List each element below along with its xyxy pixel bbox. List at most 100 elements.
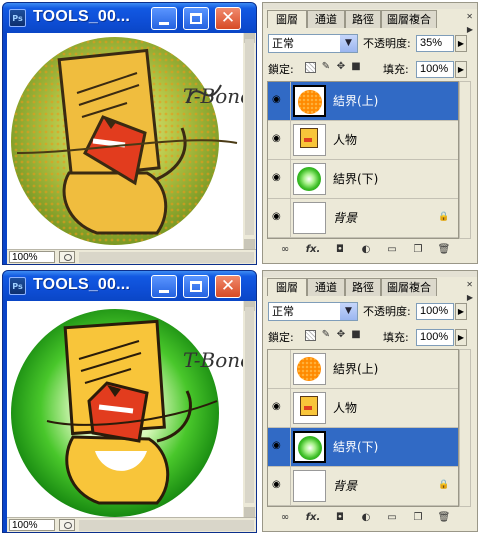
layer-thumbnail: [293, 392, 326, 424]
visibility-toggle[interactable]: ◉: [268, 389, 291, 427]
layer-row[interactable]: ◉ 人物: [268, 121, 458, 160]
visibility-toggle[interactable]: ◉: [268, 82, 291, 120]
new-group-icon[interactable]: ▭: [385, 511, 399, 525]
title-bar[interactable]: Ps TOOLS_00... ✕: [3, 3, 256, 33]
lock-move-icon[interactable]: ✥: [335, 329, 347, 341]
layer-row[interactable]: ◉ 背景 🔒: [268, 467, 458, 506]
chevron-down-icon[interactable]: ▼: [340, 303, 357, 320]
layer-row[interactable]: ◉ 結界(上): [268, 82, 458, 121]
trash-icon[interactable]: 🗑: [437, 511, 451, 525]
visibility-toggle[interactable]: ◉: [268, 199, 291, 237]
layers-scrollbar[interactable]: [459, 81, 471, 239]
fill-arrow-icon[interactable]: ▶: [455, 329, 467, 346]
blend-mode-select[interactable]: 正常 ▼: [268, 34, 358, 53]
layer-style-fx-icon[interactable]: fx.: [305, 243, 321, 257]
new-group-icon[interactable]: ▭: [385, 243, 399, 257]
horizontal-scrollbar[interactable]: [79, 252, 254, 263]
photoshop-doc-icon[interactable]: Ps: [9, 277, 26, 295]
lock-move-icon[interactable]: ✥: [335, 61, 347, 73]
new-layer-icon[interactable]: ❐: [411, 511, 425, 525]
layer-row[interactable]: ◉ 結界(下): [268, 428, 458, 467]
lock-transparent-icon[interactable]: [305, 330, 316, 341]
visibility-toggle[interactable]: ◉: [268, 121, 291, 159]
visibility-toggle[interactable]: ◉: [268, 467, 291, 505]
adjustment-layer-icon[interactable]: ◐: [359, 243, 373, 257]
lock-transparent-icon[interactable]: [305, 62, 316, 73]
lock-paint-icon[interactable]: ✎: [320, 329, 332, 341]
link-layers-icon[interactable]: ∞: [277, 243, 293, 257]
vertical-scrollbar[interactable]: [243, 301, 256, 517]
opacity-field[interactable]: 35%: [416, 35, 454, 52]
lock-paint-icon[interactable]: ✎: [320, 61, 332, 73]
layer-row[interactable]: ◉ 人物: [268, 389, 458, 428]
maximize-button[interactable]: [183, 275, 209, 298]
scroll-track[interactable]: [245, 39, 254, 235]
layer-name: 背景: [333, 211, 358, 225]
layer-name: 人物: [333, 401, 358, 415]
minimize-button[interactable]: [151, 7, 177, 30]
navigator-button[interactable]: [59, 251, 75, 263]
link-layers-icon[interactable]: ∞: [277, 511, 293, 525]
new-layer-icon[interactable]: ❐: [411, 243, 425, 257]
panel-menu-icon[interactable]: ▶: [467, 25, 473, 34]
image-canvas[interactable]: T-Bone: [7, 33, 243, 249]
zoom-field[interactable]: 100%: [9, 251, 55, 263]
blend-mode-select[interactable]: 正常 ▼: [268, 302, 358, 321]
lock-all-icon[interactable]: ■: [350, 61, 362, 73]
visibility-toggle[interactable]: [268, 350, 291, 388]
layer-mask-icon[interactable]: ◘: [333, 243, 347, 257]
tab-channels[interactable]: 通道: [307, 278, 345, 296]
opacity-arrow-icon[interactable]: ▶: [455, 35, 467, 52]
layer-thumbnail: [293, 470, 326, 502]
fill-field[interactable]: 100%: [416, 61, 454, 78]
image-canvas[interactable]: T-Bone: [7, 301, 243, 517]
visibility-toggle[interactable]: ◉: [268, 428, 291, 466]
maximize-button[interactable]: [183, 7, 209, 30]
visibility-toggle[interactable]: ◉: [268, 160, 291, 198]
layer-row[interactable]: ◉ 背景 🔒: [268, 199, 458, 238]
signature: T-Bone: [183, 84, 243, 108]
panel-grip[interactable]: [263, 271, 477, 277]
fill-label: 填充:: [383, 63, 409, 76]
tab-paths[interactable]: 路徑: [345, 278, 381, 296]
fill-field[interactable]: 100%: [416, 329, 454, 346]
panel-bottom-bar: ∞ fx. ◘ ◐ ▭ ❐ 🗑: [267, 243, 471, 259]
fill-label: 填充:: [383, 331, 409, 344]
tab-channels[interactable]: 通道: [307, 10, 345, 28]
panel-grip[interactable]: [263, 3, 477, 9]
lock-all-icon[interactable]: ■: [350, 329, 362, 341]
chevron-down-icon[interactable]: ▼: [340, 35, 357, 52]
layer-mask-icon[interactable]: ◘: [333, 511, 347, 525]
tab-layer-comps[interactable]: 圖層複合: [381, 278, 437, 296]
tab-paths[interactable]: 路徑: [345, 10, 381, 28]
fill-arrow-icon[interactable]: ▶: [455, 61, 467, 78]
tab-layers[interactable]: 圖層: [267, 278, 307, 296]
close-button[interactable]: ✕: [215, 275, 241, 298]
adjustment-layer-icon[interactable]: ◐: [359, 511, 373, 525]
trash-icon[interactable]: 🗑: [437, 243, 451, 257]
vertical-scrollbar[interactable]: [243, 33, 256, 249]
panel-close-icon[interactable]: ✕: [466, 280, 473, 290]
scroll-track[interactable]: [245, 307, 254, 503]
scroll-down-arrow[interactable]: [244, 507, 255, 517]
navigator-button[interactable]: [59, 519, 75, 531]
zoom-field[interactable]: 100%: [9, 519, 55, 531]
scroll-down-arrow[interactable]: [244, 239, 255, 249]
minimize-button[interactable]: [151, 275, 177, 298]
title-bar[interactable]: Ps TOOLS_00... ✕: [3, 271, 256, 301]
minimize-icon: [159, 22, 169, 25]
close-button[interactable]: ✕: [215, 7, 241, 30]
layers-scrollbar[interactable]: [459, 349, 471, 507]
opacity-arrow-icon[interactable]: ▶: [455, 303, 467, 320]
layer-row[interactable]: 結界(上): [268, 350, 458, 389]
opacity-field[interactable]: 100%: [416, 303, 454, 320]
panel-close-icon[interactable]: ✕: [466, 12, 473, 22]
layer-style-fx-icon[interactable]: fx.: [305, 511, 321, 525]
tab-layer-comps[interactable]: 圖層複合: [381, 10, 437, 28]
photoshop-doc-icon[interactable]: Ps: [9, 9, 26, 27]
layer-row[interactable]: ◉ 結界(下): [268, 160, 458, 199]
horizontal-scrollbar[interactable]: [79, 520, 254, 531]
tab-layers[interactable]: 圖層: [267, 10, 307, 28]
lock-label: 鎖定:: [268, 63, 294, 76]
panel-menu-icon[interactable]: ▶: [467, 293, 473, 302]
